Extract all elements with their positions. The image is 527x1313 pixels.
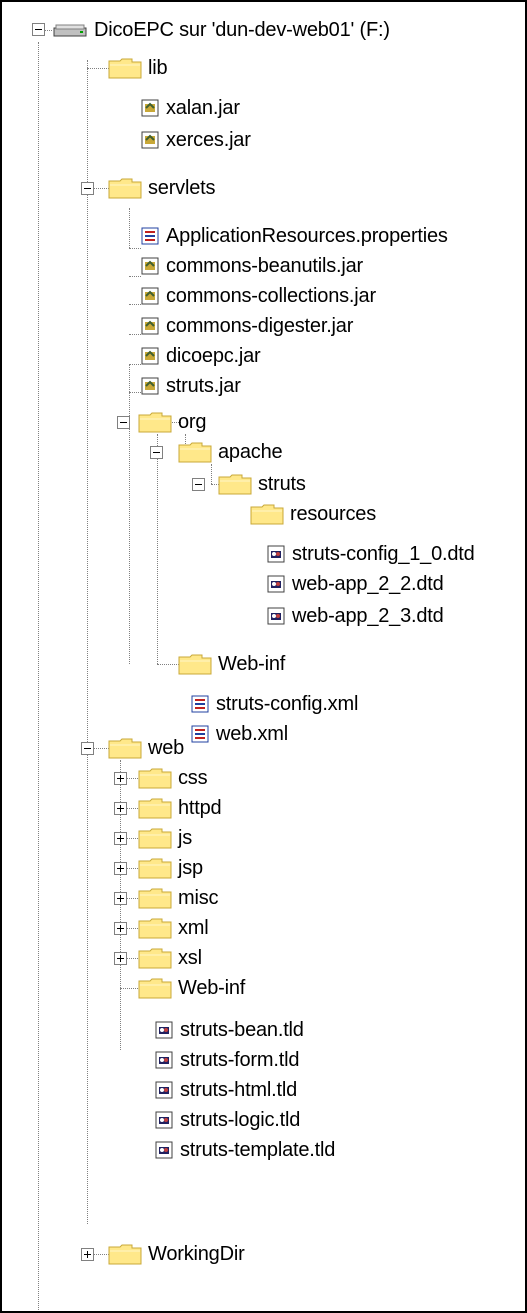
expand-toggle[interactable] — [114, 862, 127, 875]
expand-toggle[interactable] — [81, 1248, 94, 1261]
tree-item-workingdir[interactable]: WorkingDir — [2, 1236, 525, 1272]
folder-icon — [108, 177, 142, 204]
tree-label: struts-template.tld — [180, 1139, 336, 1161]
jar-file-icon — [140, 98, 160, 123]
collapse-toggle[interactable] — [81, 742, 94, 755]
collapse-toggle[interactable] — [150, 446, 163, 459]
expand-toggle[interactable] — [114, 922, 127, 935]
tree-item-strutsjar[interactable]: struts.jar — [2, 368, 525, 404]
tree-label: web-app_2_3.dtd — [292, 605, 444, 627]
tree-item-servlets[interactable]: servlets — [2, 170, 525, 206]
tld-file-icon — [154, 1140, 174, 1165]
expand-toggle[interactable] — [114, 892, 127, 905]
jar-file-icon — [140, 130, 160, 155]
expand-toggle[interactable] — [114, 832, 127, 845]
folder-icon — [138, 977, 172, 1004]
expand-toggle[interactable] — [114, 952, 127, 965]
tree-item-lib[interactable]: lib — [2, 50, 525, 86]
tree-label: Web-inf — [218, 653, 286, 675]
tree-label: lib — [148, 57, 168, 79]
tree-label: web-app_2_2.dtd — [292, 573, 444, 595]
expand-toggle[interactable] — [114, 772, 127, 785]
tree-label: servlets — [148, 177, 216, 199]
tree-label: struts.jar — [166, 375, 241, 397]
tree-item-xerces[interactable]: xerces.jar — [2, 122, 525, 158]
collapse-toggle[interactable] — [32, 23, 45, 36]
tree-label: xalan.jar — [166, 97, 240, 119]
tree-root-drive[interactable]: DicoEPC sur 'dun-dev-web01' (F:) — [2, 12, 525, 48]
folder-icon — [178, 441, 212, 468]
folder-icon — [250, 503, 284, 530]
tree-label: xerces.jar — [166, 129, 251, 151]
folder-tree: DicoEPC sur 'dun-dev-web01' (F:) lib xala… — [2, 2, 525, 1311]
tree-label: resources — [290, 503, 377, 525]
collapse-toggle[interactable] — [192, 478, 205, 491]
tree-item-webinf2[interactable]: Web-inf — [2, 970, 525, 1006]
dtd-file-icon — [266, 606, 286, 631]
collapse-toggle[interactable] — [81, 182, 94, 195]
tree-item-dtd22[interactable]: web-app_2_2.dtd — [2, 566, 525, 602]
tree-item-xalan[interactable]: xalan.jar — [2, 90, 525, 126]
tree-label: DicoEPC sur 'dun-dev-web01' (F:) — [94, 19, 390, 41]
explorer-tree-panel: DicoEPC sur 'dun-dev-web01' (F:) lib xala… — [0, 0, 527, 1313]
jar-file-icon — [140, 376, 160, 401]
folder-icon — [178, 653, 212, 680]
tree-item-dtd23[interactable]: web-app_2_3.dtd — [2, 598, 525, 634]
tree-item-tldtemplate[interactable]: struts-template.tld — [2, 1132, 525, 1168]
tree-item-apache[interactable]: apache — [2, 434, 525, 470]
folder-icon — [108, 1243, 142, 1270]
collapse-toggle[interactable] — [117, 416, 130, 429]
tree-item-webinf1[interactable]: Web-inf — [2, 646, 525, 682]
dtd-file-icon — [266, 574, 286, 599]
tree-label: Web-inf — [178, 977, 246, 999]
tree-label: apache — [218, 441, 283, 463]
expand-toggle[interactable] — [114, 802, 127, 815]
tree-label: WorkingDir — [148, 1243, 245, 1265]
folder-icon — [108, 57, 142, 84]
network-drive-icon — [53, 24, 87, 37]
tree-item-resources[interactable]: resources — [2, 496, 525, 532]
